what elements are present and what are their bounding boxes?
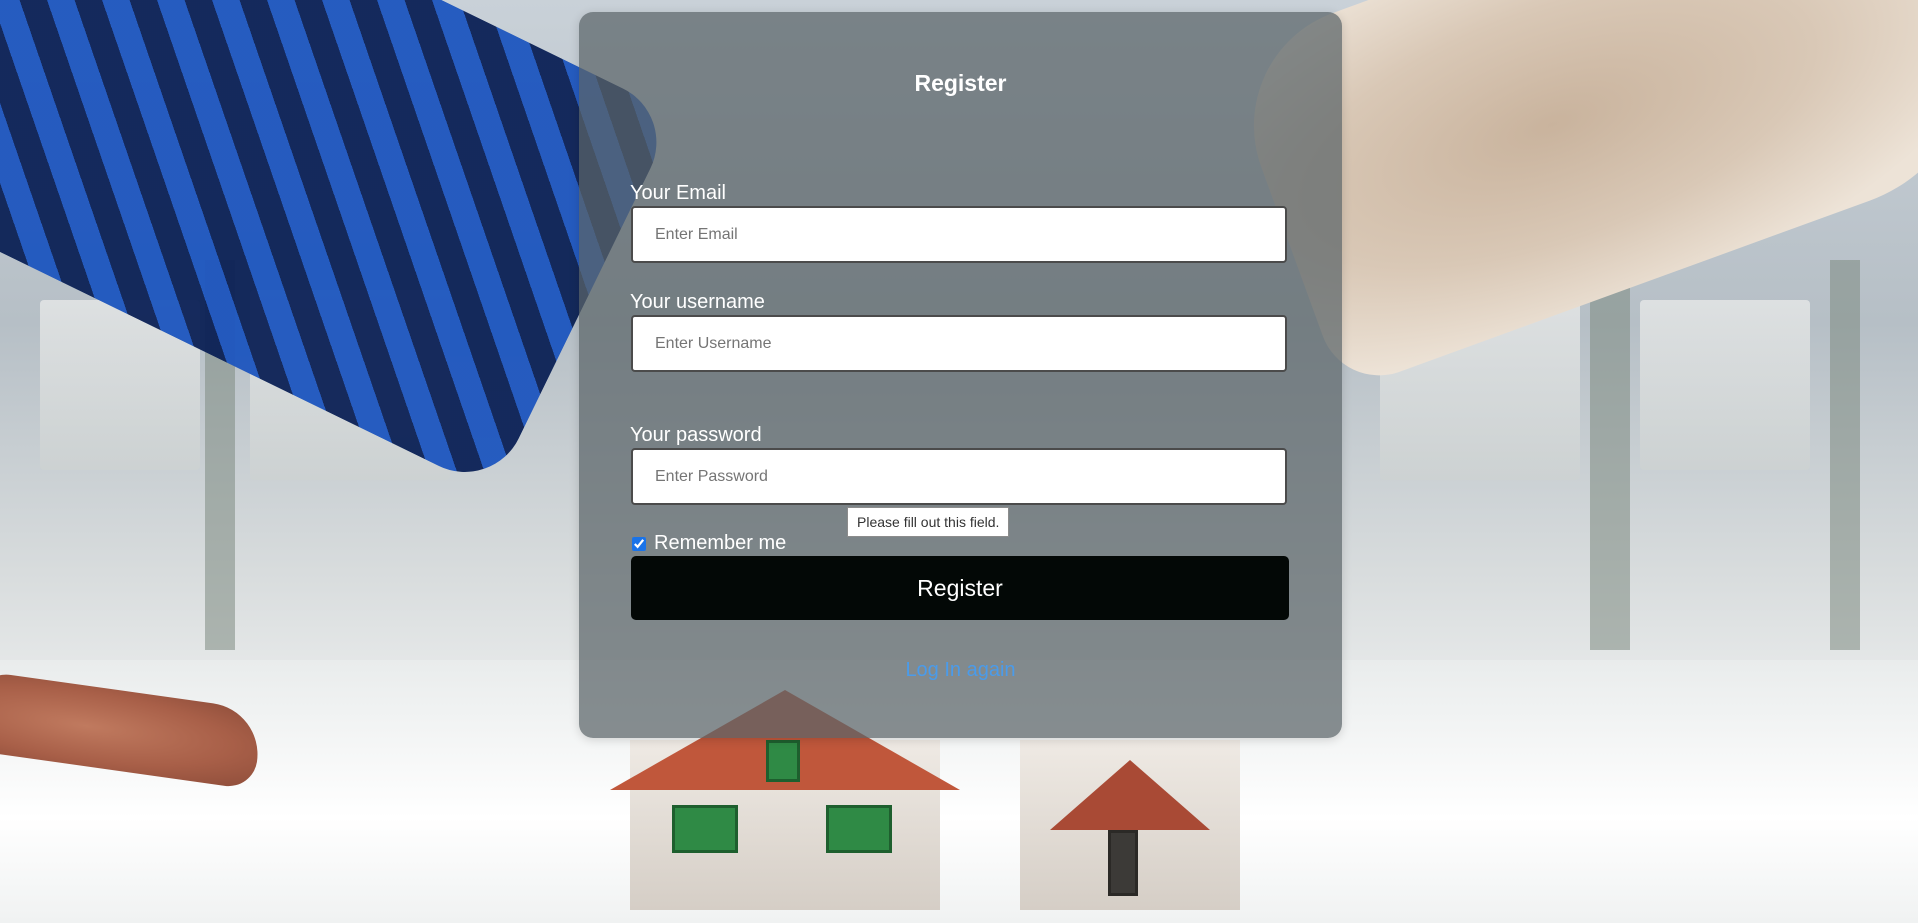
page-title: Register xyxy=(914,70,1007,96)
background-window xyxy=(1640,300,1810,470)
register-card: Register Your Email Your username Your p… xyxy=(579,12,1342,738)
username-field[interactable] xyxy=(631,315,1287,372)
remember-label: Remember me xyxy=(654,532,787,554)
register-button[interactable]: Register xyxy=(631,556,1289,620)
login-again-link[interactable]: Log In again xyxy=(579,659,1342,682)
background-house-window xyxy=(826,805,892,853)
background-house-window xyxy=(672,805,738,853)
remember-checkbox[interactable] xyxy=(632,536,646,551)
email-field[interactable] xyxy=(631,206,1287,263)
password-label: Your password xyxy=(630,424,762,446)
background-pillar xyxy=(1590,260,1630,650)
username-label: Your username xyxy=(630,291,765,313)
background-house-right-roof xyxy=(1050,760,1210,830)
validation-tooltip: Please fill out this field. xyxy=(847,507,1010,537)
background-pillar xyxy=(1830,260,1860,650)
background-house-window xyxy=(766,740,800,782)
remember-me[interactable]: Remember me xyxy=(632,532,786,555)
password-field[interactable] xyxy=(631,448,1287,505)
background-house-door xyxy=(1108,830,1138,896)
email-label: Your Email xyxy=(630,182,726,204)
